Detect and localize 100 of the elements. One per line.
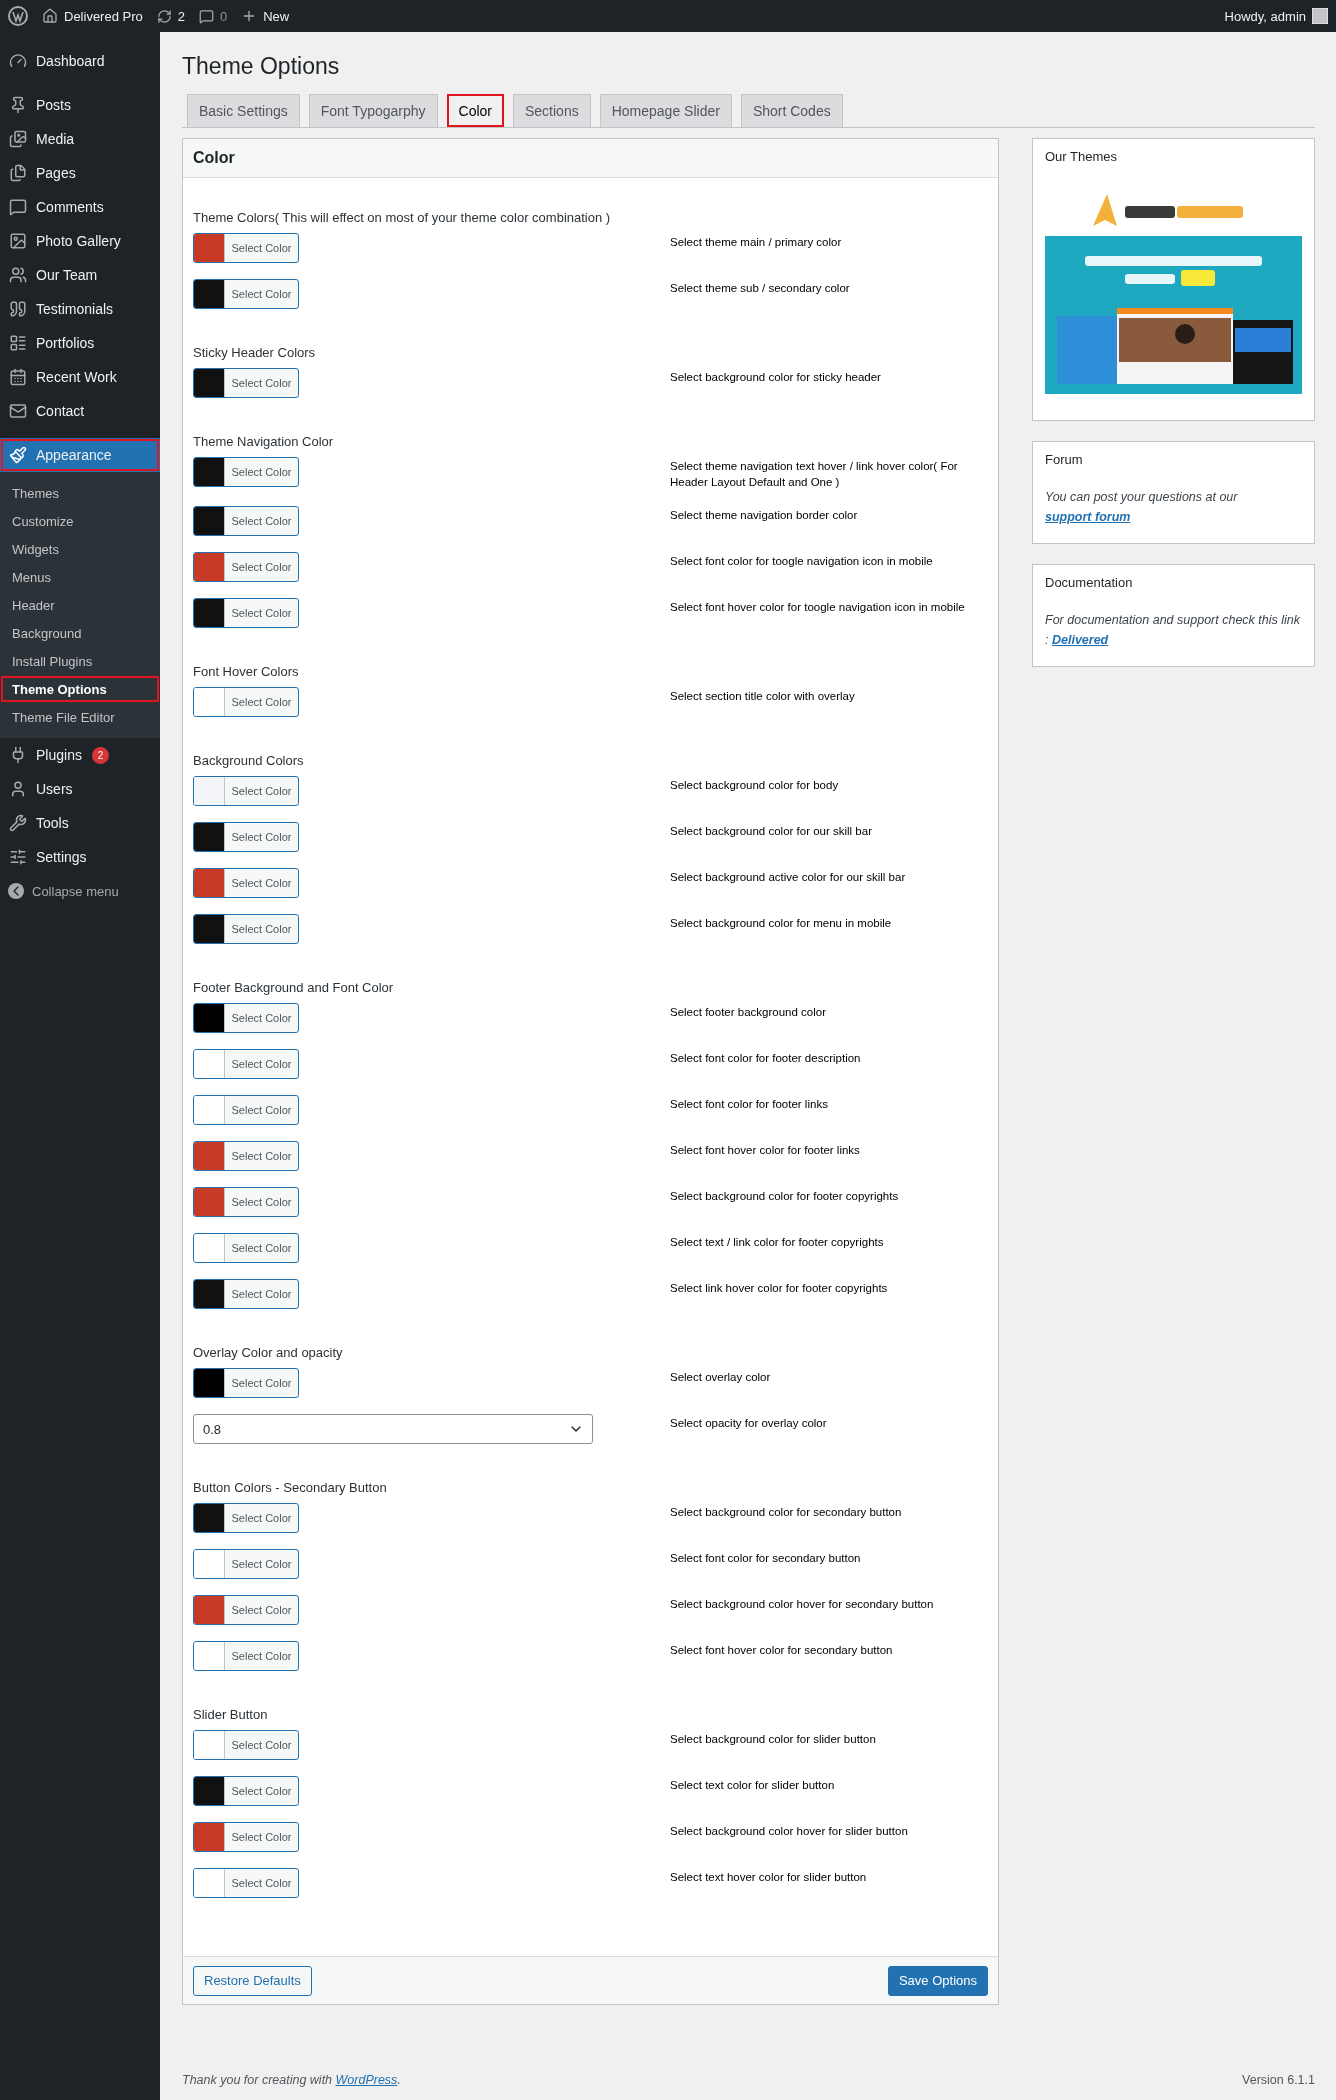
- option-description: Select background color for menu in mobile: [670, 916, 893, 931]
- option-description: Select overlay color: [670, 1370, 772, 1385]
- select-color-button[interactable]: Select Color: [193, 1730, 299, 1760]
- submenu-item[interactable]: Menus: [0, 563, 160, 591]
- option-description: Select opacity for overlay color: [670, 1416, 828, 1431]
- tab[interactable]: Color: [446, 94, 504, 127]
- select-color-button[interactable]: Select Color: [193, 368, 299, 398]
- section-heading: Theme Colors( This will effect on most of your theme color combination ): [193, 209, 612, 227]
- select-color-button[interactable]: Select Color: [193, 598, 299, 628]
- tab[interactable]: Font Typogarphy: [308, 94, 438, 127]
- select-color-button[interactable]: Select Color: [193, 1868, 299, 1898]
- comment-icon: [8, 198, 28, 216]
- submenu-item[interactable]: Background: [0, 619, 160, 647]
- widget-link[interactable]: support forum: [1045, 510, 1131, 524]
- option-description: Select font color for footer links: [670, 1097, 829, 1112]
- new-link[interactable]: New: [263, 8, 290, 24]
- menu-item[interactable]: Testimonials: [0, 292, 160, 326]
- submenu-item[interactable]: Customize: [0, 507, 160, 535]
- pages-icon: [8, 164, 28, 182]
- greeting[interactable]: Howdy, admin: [1224, 8, 1306, 24]
- updates-icon[interactable]: [156, 8, 172, 24]
- select-color-button[interactable]: Select Color: [193, 1279, 299, 1309]
- page-title: Theme Options: [182, 52, 341, 81]
- tab[interactable]: Sections: [513, 94, 591, 127]
- select-color-button[interactable]: Select Color: [193, 1822, 299, 1852]
- updates-count[interactable]: 2: [177, 8, 185, 24]
- submenu-item[interactable]: Theme Options: [0, 675, 160, 703]
- comments-count[interactable]: 0: [220, 8, 228, 24]
- select-color-button[interactable]: Select Color: [193, 1141, 299, 1171]
- option-description: Select background color for slider button: [670, 1732, 877, 1747]
- menu-item[interactable]: Pages: [0, 156, 160, 190]
- menu-item[interactable]: Tools: [0, 806, 160, 840]
- opacity-select[interactable]: 0.8: [193, 1414, 593, 1444]
- menu-item[interactable]: Contact: [0, 394, 160, 428]
- submenu-item[interactable]: Install Plugins: [0, 647, 160, 675]
- menu-item[interactable]: Recent Work: [0, 360, 160, 394]
- widget-link[interactable]: Delivered: [1051, 633, 1109, 647]
- menu-item[interactable]: Settings: [0, 840, 160, 874]
- wrench-icon: [8, 814, 28, 832]
- images-icon: [8, 130, 28, 148]
- option-description: Select theme navigation text hover / link hover color( For Header Layout Default and One ): [670, 459, 959, 490]
- select-color-button[interactable]: Select Color: [193, 1003, 299, 1033]
- layout-icon: [8, 334, 28, 352]
- select-color-button[interactable]: Select Color: [193, 1549, 299, 1579]
- save-options-button[interactable]: Save Options: [887, 1965, 988, 1996]
- tab[interactable]: Short Codes: [740, 94, 843, 127]
- select-color-button[interactable]: Select Color: [193, 1049, 299, 1079]
- option-description: Select footer background color: [670, 1005, 827, 1020]
- select-color-button[interactable]: Select Color: [193, 914, 299, 944]
- select-color-button[interactable]: Select Color: [193, 1095, 299, 1125]
- menu-item[interactable]: Comments: [0, 190, 160, 224]
- select-color-button[interactable]: Select Color: [193, 279, 299, 309]
- submenu-item[interactable]: Theme File Editor: [0, 703, 160, 731]
- menu-item[interactable]: Plugins 2: [0, 738, 160, 772]
- select-color-button[interactable]: Select Color: [193, 822, 299, 852]
- gauge-icon: [8, 52, 28, 70]
- mail-icon: [8, 402, 28, 420]
- menu-item[interactable]: Appearance: [0, 438, 160, 472]
- menu-item[interactable]: Posts: [0, 88, 160, 122]
- tab[interactable]: Homepage Slider: [599, 94, 732, 127]
- wordpress-logo-icon[interactable]: [8, 6, 28, 26]
- option-description: Select background color for our skill bar: [670, 824, 873, 839]
- select-color-button[interactable]: Select Color: [193, 457, 299, 487]
- menu-item[interactable]: Users: [0, 772, 160, 806]
- option-description: Select font hover color for toogle navigation icon in mobile: [670, 600, 966, 615]
- home-icon[interactable]: [42, 8, 58, 24]
- submenu-item[interactable]: Header: [0, 591, 160, 619]
- select-color-button[interactable]: Select Color: [193, 1776, 299, 1806]
- site-name[interactable]: Delivered Pro: [64, 8, 143, 24]
- select-color-button[interactable]: Select Color: [193, 776, 299, 806]
- widget-text: For documentation and support check this link : Delivered: [1045, 612, 1301, 649]
- menu-item[interactable]: Portfolios: [0, 326, 160, 360]
- menu-item[interactable]: Dashboard: [0, 44, 160, 78]
- select-color-button[interactable]: Select Color: [193, 1503, 299, 1533]
- submenu-item[interactable]: Widgets: [0, 535, 160, 563]
- select-color-button[interactable]: Select Color: [193, 506, 299, 536]
- select-color-button[interactable]: Select Color: [193, 1187, 299, 1217]
- select-color-button[interactable]: Select Color: [193, 233, 299, 263]
- option-description: Select section title color with overlay: [670, 689, 856, 704]
- panel-title: Color: [183, 139, 998, 178]
- option-description: Select text hover color for slider button: [670, 1870, 868, 1885]
- select-color-button[interactable]: Select Color: [193, 1368, 299, 1398]
- select-color-button[interactable]: Select Color: [193, 868, 299, 898]
- restore-defaults-button[interactable]: Restore Defaults: [193, 1965, 312, 1996]
- select-color-button[interactable]: Select Color: [193, 1595, 299, 1625]
- comment-icon[interactable]: [199, 8, 214, 24]
- menu-item[interactable]: Media: [0, 122, 160, 156]
- select-color-button[interactable]: Select Color: [193, 552, 299, 582]
- paintbrush-icon: [8, 446, 28, 464]
- widget-title: Forum: [1045, 452, 1084, 467]
- select-color-button[interactable]: Select Color: [193, 1233, 299, 1263]
- collapse-menu-button[interactable]: Collapse menu: [0, 874, 125, 908]
- menu-item[interactable]: Our Team: [0, 258, 160, 292]
- widget-title: Documentation: [1045, 575, 1134, 590]
- submenu-item[interactable]: Themes: [0, 479, 160, 507]
- tab[interactable]: Basic Settings: [187, 94, 300, 127]
- menu-item[interactable]: Photo Gallery: [0, 224, 160, 258]
- select-color-button[interactable]: Select Color: [193, 687, 299, 717]
- select-color-button[interactable]: Select Color: [193, 1641, 299, 1671]
- section-heading: Footer Background and Font Color: [193, 979, 395, 997]
